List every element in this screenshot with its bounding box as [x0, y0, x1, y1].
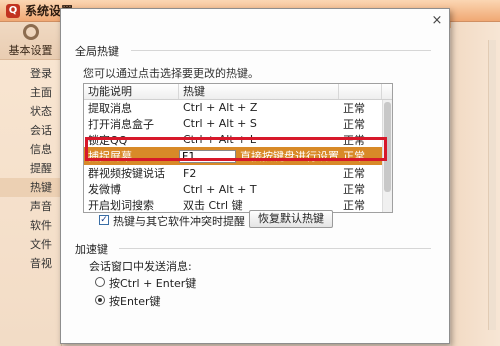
- sidebar-item-info[interactable]: 信息: [0, 140, 61, 159]
- row-function: 开启划词搜索: [88, 198, 154, 212]
- sidebar-item-main-panel[interactable]: 主面: [0, 83, 61, 102]
- row-status: 正常: [343, 198, 365, 212]
- sidebar-item-av[interactable]: 音视: [0, 254, 61, 273]
- row-function: 打开消息盒子: [88, 117, 154, 131]
- sidebar-header[interactable]: 基本设置: [0, 22, 61, 60]
- radio-enter[interactable]: [95, 295, 105, 305]
- row-function: 群视频按键说话: [88, 167, 165, 181]
- section-title-global-hotkeys: 全局热键: [75, 45, 119, 58]
- row-function: 提取消息: [88, 101, 132, 115]
- send-message-label: 会话窗口中发送消息:: [89, 260, 192, 273]
- hotkey-table: 功能说明 热键 提取消息 Ctrl + Alt + Z 正常 打开消息盒子 Ct…: [83, 83, 393, 213]
- row-hotkey: Ctrl + Alt + L: [183, 132, 257, 146]
- conflict-reminder-label: 热键与其它软件冲突时提醒: [113, 215, 245, 228]
- table-scrollbar[interactable]: [382, 100, 392, 212]
- table-row[interactable]: 发微博 Ctrl + Alt + T 正常: [84, 181, 392, 197]
- hotkey-hint: 您可以通过点击选择要更改的热键。: [83, 67, 259, 80]
- table-row[interactable]: 群视频按键说话 F2 正常: [84, 165, 392, 181]
- row-hotkey: Ctrl + Alt + Z: [183, 101, 258, 115]
- sidebar-item-reminder[interactable]: 提醒: [0, 159, 61, 178]
- row-function: 发微博: [88, 183, 121, 197]
- table-header: 功能说明 热键: [84, 84, 392, 100]
- row-status: 正常: [343, 167, 365, 181]
- row-hotkey: Ctrl + Alt + T: [183, 182, 257, 196]
- row-function: 锁定QQ: [88, 133, 128, 147]
- hotkey-input[interactable]: F1: [179, 149, 236, 163]
- row-status: 正常: [343, 133, 365, 147]
- row-status: 正常: [343, 183, 365, 197]
- column-header-hotkey[interactable]: 热键: [179, 84, 339, 99]
- sidebar-item-software[interactable]: 软件: [0, 216, 61, 235]
- settings-sidebar: 基本设置 登录 主面 状态 会话 信息 提醒 热键 声音 软件 文件 音视: [0, 22, 62, 346]
- table-row-selected[interactable]: 捕捉屏幕 F1 直接按键盘进行设置 正常: [84, 147, 392, 166]
- row-status: 正常: [343, 101, 365, 115]
- sidebar-item-status[interactable]: 状态: [0, 102, 61, 121]
- gear-icon: [22, 23, 39, 40]
- row-status: 正常: [343, 117, 365, 131]
- sidebar-item-file[interactable]: 文件: [0, 235, 61, 254]
- row-hotkey: Ctrl + Alt + S: [183, 117, 257, 131]
- sidebar-item-sound[interactable]: 声音: [0, 197, 61, 216]
- column-header-function[interactable]: 功能说明: [84, 84, 179, 99]
- sidebar-item-login[interactable]: 登录: [0, 64, 61, 83]
- table-row[interactable]: 锁定QQ Ctrl + Alt + L 正常: [84, 132, 392, 148]
- scroll-thumb[interactable]: [384, 102, 391, 192]
- table-row[interactable]: 提取消息 Ctrl + Alt + Z 正常: [84, 100, 392, 116]
- radio-ctrl-enter[interactable]: [95, 277, 105, 287]
- column-header-status[interactable]: [339, 84, 382, 99]
- row-function: 捕捉屏幕: [88, 150, 132, 164]
- section-divider: [119, 248, 431, 249]
- hotkey-edit-hint: 直接按键盘进行设置: [240, 150, 339, 164]
- table-row[interactable]: 打开消息盒子 Ctrl + Alt + S 正常: [84, 116, 392, 132]
- row-hotkey: F2: [183, 166, 197, 180]
- background-scrollbar[interactable]: [488, 40, 496, 330]
- hotkey-settings-panel: × 全局热键 您可以通过点击选择要更改的热键。 功能说明 热键 提取消息 Ctr…: [60, 8, 450, 344]
- section-divider: [131, 50, 431, 51]
- row-status: 正常: [343, 150, 365, 164]
- sidebar-header-label: 基本设置: [8, 43, 53, 57]
- sidebar-item-session[interactable]: 会话: [0, 121, 61, 140]
- radio-enter-label: 按Enter键: [109, 295, 161, 308]
- sidebar-item-hotkey[interactable]: 热键: [0, 178, 61, 197]
- radio-ctrl-enter-label: 按Ctrl + Enter键: [109, 277, 197, 290]
- conflict-reminder-checkbox[interactable]: ✓: [99, 215, 109, 225]
- row-hotkey-editor: F1 直接按键盘进行设置: [179, 148, 339, 164]
- section-title-accelerator: 加速键: [75, 243, 108, 256]
- close-icon[interactable]: ×: [429, 13, 445, 29]
- restore-default-hotkeys-button[interactable]: 恢复默认热键: [249, 210, 333, 228]
- table-row[interactable]: 开启划词搜索 双击 Ctrl 键 正常: [84, 197, 392, 212]
- qq-logo-icon: Q: [6, 3, 20, 18]
